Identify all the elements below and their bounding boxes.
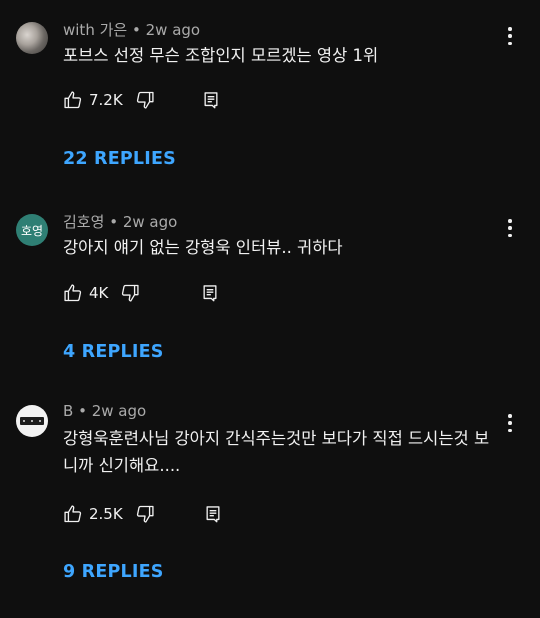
comment-actions: 7.2K bbox=[63, 90, 221, 110]
view-replies-link[interactable]: 9 REPLIES bbox=[63, 562, 164, 582]
comment-actions: 2.5K bbox=[63, 504, 223, 524]
comment-text: 포브스 선정 무슨 조합인지 모르겠는 영상 1위 bbox=[63, 46, 379, 65]
comment-age: 2w ago bbox=[145, 21, 201, 39]
reply-comment-icon[interactable] bbox=[201, 90, 221, 110]
reply-comment-icon[interactable] bbox=[200, 283, 220, 303]
comment-author[interactable]: B bbox=[63, 402, 73, 420]
avatar-initials: 호영 bbox=[20, 223, 44, 238]
view-replies-link[interactable]: 4 REPLIES bbox=[63, 342, 164, 362]
avatar[interactable] bbox=[16, 405, 48, 437]
avatar-image bbox=[20, 417, 44, 425]
comment-meta: B • 2w ago bbox=[63, 402, 146, 420]
meta-separator: • bbox=[78, 402, 87, 420]
thumbs-down-icon[interactable] bbox=[135, 90, 155, 110]
meta-separator: • bbox=[109, 213, 119, 231]
thumbs-up-icon[interactable] bbox=[63, 283, 83, 303]
comment-meta: with 가은 • 2w ago bbox=[63, 19, 200, 40]
more-vertical-icon[interactable] bbox=[502, 412, 518, 434]
comment-actions: 4K bbox=[63, 283, 220, 303]
comment-meta: 김호영 • 2w ago bbox=[63, 211, 177, 232]
meta-separator: • bbox=[131, 21, 141, 39]
thumbs-down-icon[interactable] bbox=[135, 504, 155, 524]
thumbs-down-icon[interactable] bbox=[120, 283, 140, 303]
comment-text: 강형욱훈련사님 강아지 간식주는것만 보다가 직접 드시는것 보니까 신기해요.… bbox=[63, 429, 490, 475]
like-count: 4K bbox=[89, 284, 109, 302]
comment-author[interactable]: 김호영 bbox=[63, 213, 104, 231]
comment-age: 2w ago bbox=[91, 402, 147, 420]
like-count: 7.2K bbox=[89, 91, 123, 109]
comment-age: 2w ago bbox=[122, 213, 178, 231]
like-count: 2.5K bbox=[89, 505, 123, 523]
thumbs-up-icon[interactable] bbox=[63, 90, 83, 110]
avatar[interactable] bbox=[16, 22, 48, 54]
comment-author[interactable]: with 가은 bbox=[63, 21, 127, 39]
view-replies-link[interactable]: 22 REPLIES bbox=[63, 149, 176, 169]
more-vertical-icon[interactable] bbox=[502, 25, 518, 47]
comment-text: 강아지 얘기 없는 강형욱 인터뷰.. 귀하다 bbox=[63, 238, 343, 257]
thumbs-up-icon[interactable] bbox=[63, 504, 83, 524]
reply-comment-icon[interactable] bbox=[203, 504, 223, 524]
more-vertical-icon[interactable] bbox=[502, 217, 518, 239]
avatar[interactable]: 호영 bbox=[16, 214, 48, 246]
